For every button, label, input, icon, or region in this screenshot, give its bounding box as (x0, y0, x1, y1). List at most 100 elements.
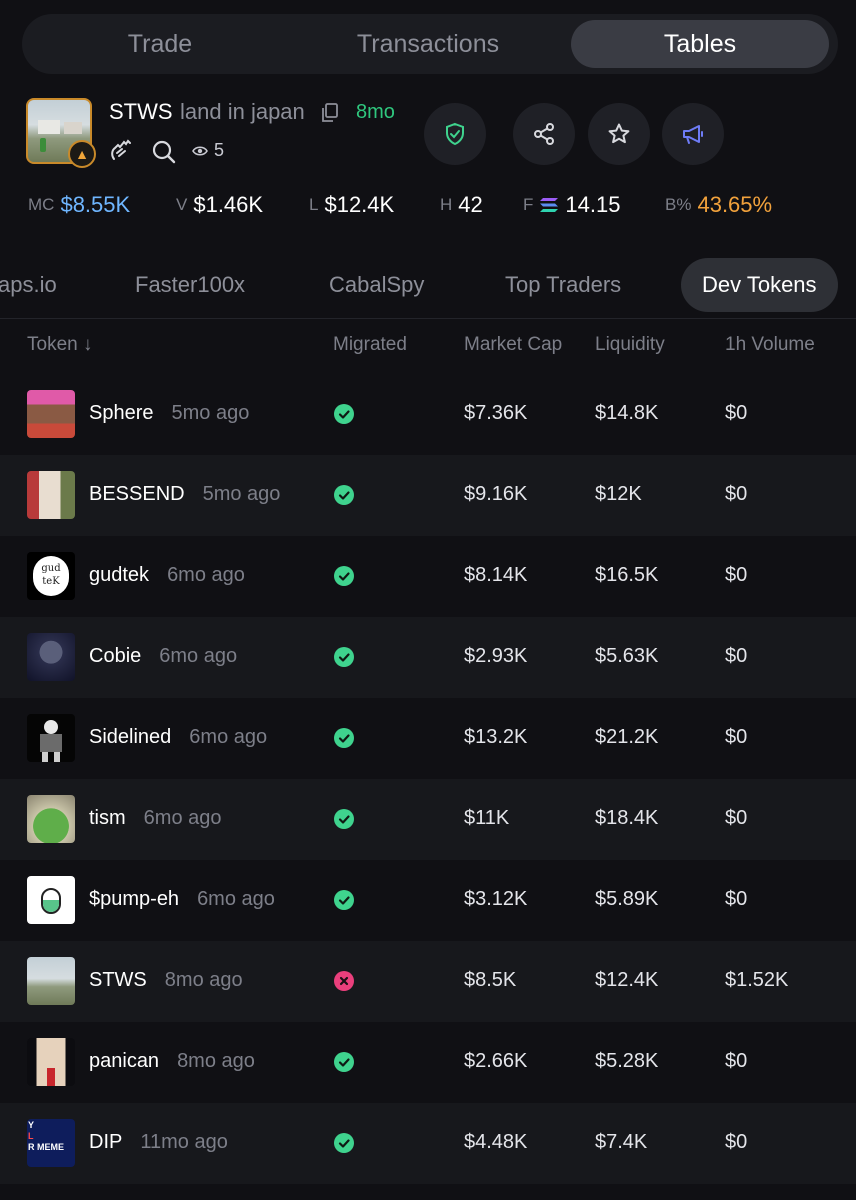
market-cap-cell: $11K (464, 807, 510, 829)
token-avatar: gud teK (27, 552, 75, 600)
viewer-count: 5 (214, 140, 225, 160)
liquidity-cell: $5.63K (595, 645, 659, 667)
migrated-check-icon (334, 566, 354, 586)
liquidity-cell: $12K (595, 483, 642, 505)
volume-cell: $0 (725, 1050, 748, 1072)
table-row[interactable]: gud teK gudtek 6mo ago $8.14K $16.5K $0 (0, 536, 856, 617)
avatar-text: Y (28, 1120, 35, 1130)
token-name-cell: Cobie 6mo ago (89, 645, 238, 667)
token-avatar (27, 471, 75, 519)
tab-top-traders[interactable]: Top Traders (505, 258, 621, 312)
hand-icon[interactable] (108, 137, 134, 163)
share-button[interactable] (513, 103, 575, 165)
token-avatar (27, 390, 75, 438)
market-cap-cell: $8.14K (464, 564, 528, 586)
share-icon (534, 123, 554, 145)
shield-check-icon (446, 122, 464, 146)
volume-cell: $0 (725, 807, 748, 829)
migrated-check-icon (334, 728, 354, 748)
table-row[interactable]: Sphere 5mo ago $7.36K $14.8K $0 (0, 374, 856, 455)
volume-cell: $0 (725, 483, 748, 505)
search-icon[interactable] (152, 140, 176, 164)
token-avatar (27, 876, 75, 924)
solana-icon (540, 198, 559, 212)
liquidity-cell: $16.5K (595, 564, 659, 586)
table-row[interactable]: BESSEND 5mo ago $9.16K $12K $0 (0, 455, 856, 536)
volume-cell: $1.52K (725, 969, 789, 991)
avatar-text: gud (41, 563, 61, 574)
token-age: 8mo (356, 101, 395, 123)
volume-cell: $0 (725, 1131, 748, 1153)
table-row[interactable]: panican 8mo ago $2.66K $5.28K $0 (0, 1022, 856, 1103)
table-row[interactable]: Y L R MEME DIP 11mo ago $4.48K $7.4K $0 (0, 1103, 856, 1184)
tab-tables[interactable]: Tables (571, 20, 829, 68)
token-avatar (27, 714, 75, 762)
market-cap-cell: $7.36K (464, 402, 528, 424)
volume-cell: $0 (725, 645, 748, 667)
security-button[interactable] (424, 103, 486, 165)
table-row[interactable]: STWS 8mo ago $8.5K $12.4K $1.52K (0, 941, 856, 1022)
not-migrated-x-icon (334, 971, 354, 991)
star-icon (608, 123, 630, 144)
flame-icon: ▲ (68, 140, 96, 168)
token-avatar (27, 957, 75, 1005)
stat-holders: H 42 (440, 192, 483, 217)
stat-volume: V $1.46K (176, 192, 264, 217)
stat-fees: F 14.15 (523, 192, 621, 217)
token-avatar (27, 633, 75, 681)
table-row[interactable]: Cobie 6mo ago $2.93K $5.63K $0 (0, 617, 856, 698)
liquidity-cell: $5.28K (595, 1050, 659, 1072)
header-1h-volume[interactable]: 1h Volume (725, 334, 815, 356)
eye-icon (192, 146, 208, 156)
volume-cell: $0 (725, 726, 748, 748)
table-row[interactable]: $pump-eh 6mo ago $3.12K $5.89K $0 (0, 860, 856, 941)
header-market-cap[interactable]: Market Cap (464, 334, 562, 356)
table-row[interactable]: Sidelined 6mo ago $13.2K $21.2K $0 (0, 698, 856, 779)
tab-faster100x[interactable]: Faster100x (135, 258, 245, 312)
token-name-cell: Sidelined 6mo ago (89, 726, 268, 748)
migrated-check-icon (334, 890, 354, 910)
stat-liquidity: L $12.4K (309, 192, 395, 217)
token-avatar: Y L R MEME (27, 1119, 75, 1167)
header-liquidity[interactable]: Liquidity (595, 334, 665, 356)
view-tabs: Trade Transactions Tables (22, 14, 838, 74)
avatar-text: L (28, 1131, 34, 1141)
tab-trade[interactable]: Trade (52, 20, 268, 68)
divider (0, 318, 856, 319)
market-cap-cell: $9.16K (464, 483, 528, 505)
liquidity-cell: $18.4K (595, 807, 659, 829)
table-row[interactable]: tism 6mo ago $11K $18.4K $0 (0, 779, 856, 860)
liquidity-cell: $21.2K (595, 726, 659, 748)
token-name-cell: panican 8mo ago (89, 1050, 255, 1072)
migrated-check-icon (334, 404, 354, 424)
token-name-cell: $pump-eh 6mo ago (89, 888, 275, 910)
favorite-button[interactable] (588, 103, 650, 165)
liquidity-cell: $14.8K (595, 402, 659, 424)
tab-aps-io[interactable]: aps.io (0, 258, 57, 312)
market-cap-cell: $2.93K (464, 645, 528, 667)
header-token[interactable]: Token ↓ (27, 334, 92, 356)
market-cap-cell: $3.12K (464, 888, 528, 910)
megaphone-icon (683, 125, 703, 144)
token-name-cell: DIP 11mo ago (89, 1131, 228, 1153)
token-avatar (27, 795, 75, 843)
tab-dev-tokens[interactable]: Dev Tokens (681, 258, 838, 312)
copy-icon[interactable] (321, 103, 339, 123)
market-cap-cell: $4.48K (464, 1131, 528, 1153)
migrated-check-icon (334, 647, 354, 667)
market-cap-cell: $8.5K (464, 969, 517, 991)
token-ticker: STWS (109, 99, 173, 124)
liquidity-cell: $7.4K (595, 1131, 648, 1153)
avatar-text: R MEME (28, 1142, 64, 1152)
volume-cell: $0 (725, 564, 748, 586)
avatar-text: teK (42, 576, 60, 587)
header-migrated[interactable]: Migrated (333, 334, 407, 356)
liquidity-cell: $5.89K (595, 888, 659, 910)
token-name-cell: gudtek 6mo ago (89, 564, 245, 586)
stat-market-cap: MC $8.55K (28, 192, 131, 217)
migrated-check-icon (334, 485, 354, 505)
promote-button[interactable] (662, 103, 724, 165)
market-cap-cell: $13.2K (464, 726, 528, 748)
tab-transactions[interactable]: Transactions (322, 20, 534, 68)
tab-cabalspy[interactable]: CabalSpy (329, 258, 424, 312)
